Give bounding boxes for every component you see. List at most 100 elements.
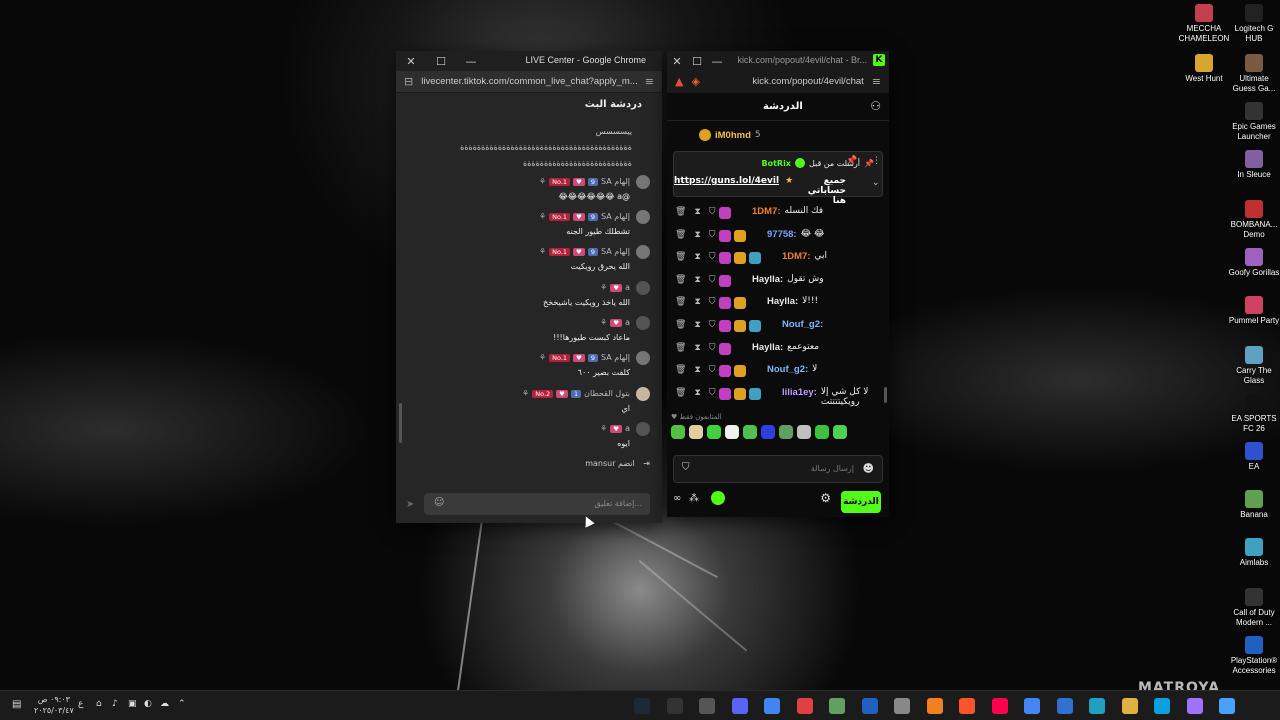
username[interactable]: 1DM7: xyxy=(752,206,781,217)
desktop-shortcut[interactable]: EA SPORTS FC 26 xyxy=(1228,394,1280,434)
username[interactable]: 1DM7: xyxy=(782,251,811,262)
back-icon[interactable] xyxy=(699,698,715,714)
username[interactable]: إلهام SA xyxy=(601,353,630,362)
timeout-icon[interactable]: ⧗ xyxy=(694,252,700,262)
clock[interactable]: ٠٩:٠٣ ص ٢٠٢٥/٠٣/٤٧ xyxy=(34,694,74,716)
desktop-shortcut[interactable]: Aimlabs xyxy=(1228,538,1280,568)
address-bar[interactable]: ⊟ livecenter.tiktok.com/common_live_chat… xyxy=(396,71,662,93)
emote-icon[interactable] xyxy=(689,425,703,439)
pinned-link[interactable]: https://guns.lol/4evil xyxy=(674,176,779,206)
username[interactable]: a xyxy=(625,318,630,327)
gear-icon[interactable]: ⚙ xyxy=(820,491,831,505)
shield-icon[interactable]: ⛉ xyxy=(709,297,716,307)
avatar[interactable] xyxy=(636,175,650,189)
users-icon[interactable]: ⚇ xyxy=(870,99,881,113)
emoji-icon[interactable]: ☻ xyxy=(863,462,874,475)
desktop-shortcut[interactable]: In Sleuce xyxy=(1228,150,1280,180)
copilot-icon[interactable] xyxy=(1186,698,1203,714)
emote-icon[interactable] xyxy=(707,425,721,439)
language-indicator[interactable]: ع xyxy=(78,699,83,709)
trash-icon[interactable]: 🗑 xyxy=(675,230,686,240)
desktop-shortcut[interactable]: PlayStation® Accessories xyxy=(1228,636,1280,676)
infinity-icon[interactable]: ∞ xyxy=(673,493,681,504)
desktop-shortcut[interactable]: Call of Duty Modern ... xyxy=(1228,588,1280,628)
chrome-tab-icon[interactable] xyxy=(764,698,780,714)
avatar[interactable] xyxy=(636,281,650,295)
chrome-icon[interactable] xyxy=(1024,698,1040,714)
emote-icon[interactable] xyxy=(779,425,793,439)
microphone-icon[interactable]: ◐ xyxy=(144,699,152,709)
trash-icon[interactable]: 🗑 xyxy=(675,320,686,330)
moderation-icon[interactable]: ⚘ xyxy=(539,353,546,362)
username[interactable]: Nouf_g2: xyxy=(767,364,808,375)
brave-shield-icon[interactable]: ◈ xyxy=(691,75,699,88)
username[interactable]: إلهام SA xyxy=(601,247,630,256)
brave-icon[interactable] xyxy=(959,698,975,714)
username[interactable]: a xyxy=(625,283,630,292)
maximize-icon[interactable]: ☐ xyxy=(687,51,707,71)
kick-round-icon[interactable] xyxy=(711,491,725,505)
close-icon[interactable]: ✕ xyxy=(396,51,426,71)
trash-icon[interactable]: 🗑 xyxy=(675,252,686,262)
moderation-icon[interactable]: ⚘ xyxy=(522,389,529,398)
username[interactable]: a xyxy=(625,424,630,433)
timeout-icon[interactable]: ⧗ xyxy=(694,297,700,307)
folder-icon[interactable] xyxy=(1121,698,1138,714)
moderation-icon[interactable]: ⚘ xyxy=(600,283,607,292)
username[interactable]: Haylla: xyxy=(752,274,783,285)
avatar[interactable] xyxy=(636,387,650,401)
moderation-icon[interactable]: ⚘ xyxy=(539,177,546,186)
notification-icon[interactable]: ▤ xyxy=(12,699,21,710)
shield-icon[interactable]: ⛉ xyxy=(709,275,716,285)
scrollbar[interactable] xyxy=(884,387,887,403)
chat-send-button[interactable]: الدردشة xyxy=(841,491,881,513)
cloudflare-icon[interactable] xyxy=(926,698,943,714)
chevron-down-icon[interactable]: ⌄ xyxy=(872,178,880,188)
send-icon[interactable]: ➤ xyxy=(406,499,414,510)
desktop-shortcut[interactable]: Ultimate Guess Ga... xyxy=(1228,54,1280,94)
avatar[interactable] xyxy=(636,210,650,224)
moderation-icon[interactable]: ⚘ xyxy=(539,212,546,221)
username[interactable]: إلهام SA xyxy=(601,177,630,186)
trash-icon[interactable]: 🗑 xyxy=(675,365,686,375)
timeout-icon[interactable]: ⧗ xyxy=(694,207,700,217)
desktop-shortcut[interactable]: Goofy Gorillas xyxy=(1228,248,1280,278)
emote-icon[interactable] xyxy=(761,425,775,439)
start-icon[interactable] xyxy=(1219,698,1235,714)
username[interactable]: lilia1ey: xyxy=(782,387,817,407)
emote-icon[interactable] xyxy=(743,425,757,439)
shield-icon[interactable]: ⛉ xyxy=(709,230,716,240)
timeout-icon[interactable]: ⧗ xyxy=(694,343,700,353)
emote-icon[interactable] xyxy=(725,425,739,439)
more-menu-icon[interactable]: ⋮ xyxy=(872,156,881,166)
shield-icon[interactable]: ⛉ xyxy=(709,207,716,217)
shield-icon[interactable]: ⛉ xyxy=(709,343,716,353)
shield-icon[interactable]: ⛉ xyxy=(682,462,690,473)
cloud-icon[interactable]: ☁ xyxy=(160,699,169,709)
moderation-icon[interactable]: ⚘ xyxy=(539,247,546,256)
url-text[interactable]: livecenter.tiktok.com/common_live_chat?a… xyxy=(421,76,637,87)
discord-icon[interactable] xyxy=(731,698,748,714)
scrollbar[interactable] xyxy=(399,403,402,443)
avatar[interactable] xyxy=(636,351,650,365)
message-input[interactable]: ☻ إرسال رسالة ⛉ xyxy=(673,455,883,483)
pin-icon[interactable]: 📌 xyxy=(846,156,857,166)
site-info-icon[interactable]: ⊟ xyxy=(404,75,413,88)
username[interactable]: 97758: xyxy=(767,229,797,240)
avatar[interactable] xyxy=(636,422,650,436)
emote-icon[interactable] xyxy=(797,425,811,439)
chevron-up-icon[interactable]: ⌃ xyxy=(178,699,186,709)
emote-icon[interactable] xyxy=(815,425,829,439)
speed-icon[interactable] xyxy=(894,698,910,714)
avatar[interactable] xyxy=(636,316,650,330)
timeout-icon[interactable]: ⧗ xyxy=(694,275,700,285)
epic-icon[interactable] xyxy=(666,698,683,714)
desktop-shortcut[interactable]: BOMBANA... Demo xyxy=(1228,200,1280,240)
close-icon[interactable]: ✕ xyxy=(667,51,687,71)
username[interactable]: Haylla: xyxy=(752,342,783,353)
minimize-icon[interactable]: — xyxy=(456,51,486,71)
username[interactable]: Nouf_g2: xyxy=(782,319,823,330)
desktop-shortcut[interactable]: Logitech G HUB xyxy=(1228,4,1280,44)
tune-icon[interactable]: ≡ xyxy=(645,75,654,88)
comment-input[interactable]: إضافة تعليق... ☺ xyxy=(424,493,650,515)
